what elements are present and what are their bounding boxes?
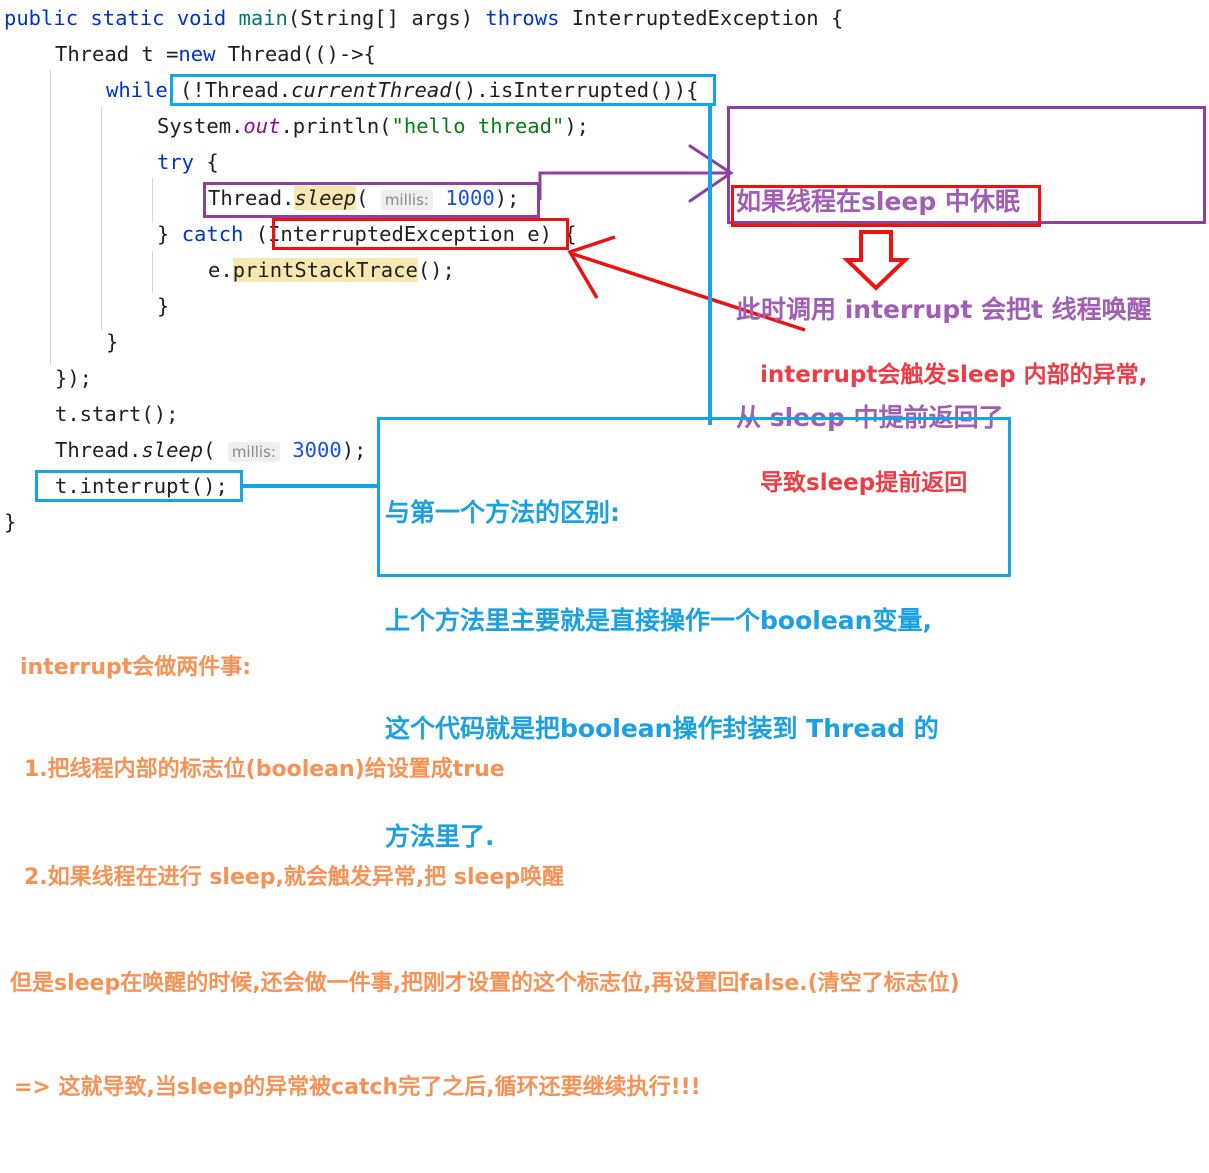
e-dot: e.	[208, 258, 233, 282]
method-printStackTrace: printStackTrace	[232, 258, 418, 282]
kw-void: void	[176, 6, 227, 30]
close-brace-catch: }	[157, 222, 182, 246]
kw-catch: catch	[181, 222, 244, 246]
orange-note-text: interrupt会做两件事: 1.把线程内部的标志位(boolean)给设置成…	[10, 583, 960, 1173]
purple-note-emphasis-box	[731, 185, 1041, 227]
thread-decl: Thread t =	[55, 42, 179, 66]
catch-exception-highlight-box	[272, 218, 569, 250]
method-main: main	[238, 6, 288, 30]
thread-dot-2: Thread.	[55, 438, 142, 462]
call-t-start: t.start();	[55, 402, 179, 426]
lambda-close: });	[55, 366, 93, 390]
orange-note-line-4: 但是sleep在唤醒的时候,还会做一件事,把刚才设置的这个标志位,再设置回fal…	[10, 971, 960, 996]
code-line-2: Thread t =new Thread(()->{	[55, 36, 376, 72]
brace-close-try: }	[157, 294, 170, 318]
kw-try: try	[157, 150, 195, 174]
code-line-11: });	[55, 360, 92, 396]
println-token: .println(	[280, 114, 392, 138]
orange-note-line-2: 1.把线程内部的标志位(boolean)给设置成true	[24, 757, 505, 782]
try-brace: {	[194, 150, 219, 174]
kw-static: static	[90, 6, 165, 30]
pst-end: ();	[417, 258, 455, 282]
system-token: System.	[157, 114, 244, 138]
code-line-10: }	[106, 324, 118, 360]
code-line-8: e.printStackTrace();	[208, 252, 455, 288]
paren-close-2: );	[341, 438, 367, 462]
blue-note-line-1: 与第一个方法的区别:	[385, 498, 620, 527]
field-out: out	[243, 114, 281, 138]
interrupt-call-highlight-box	[35, 470, 243, 502]
method-final-brace: }	[4, 510, 17, 534]
while-condition-highlight-box	[170, 74, 716, 106]
code-line-15: }	[4, 504, 16, 540]
code-line-1: public static void main(String[] args) t…	[4, 0, 843, 36]
kw-while: while	[106, 78, 168, 102]
throws-type: InterruptedException {	[571, 6, 844, 30]
thread-lambda: Thread(()->{	[215, 42, 376, 66]
orange-note-line-5: => 这就导致,当sleep的异常被catch完了之后,循环还要继续执行!!!	[14, 1075, 701, 1100]
kw-throws: throws	[485, 6, 560, 30]
brace-close-while: }	[106, 330, 119, 354]
code-line-12: t.start();	[55, 396, 178, 432]
code-line-4: System.out.println("hello thread");	[157, 108, 589, 144]
red-note-line-1: interrupt会触发sleep 内部的异常,	[760, 362, 1148, 388]
value-3000: 3000	[292, 438, 342, 462]
code-line-9: }	[157, 288, 169, 324]
orange-note-line-3: 2.如果线程在进行 sleep,就会触发异常,把 sleep唤醒	[24, 865, 565, 890]
param-hint-millis-2: millis:	[227, 442, 280, 462]
main-params: (String[] args)	[287, 6, 474, 30]
sleep-call-highlight-box	[203, 182, 540, 218]
kw-new: new	[178, 42, 216, 66]
string-hello-thread: "hello thread"	[391, 114, 565, 138]
code-line-13: Thread.sleep( millis: 3000);	[55, 432, 366, 470]
code-line-5: try {	[157, 144, 219, 180]
println-end: );	[564, 114, 590, 138]
paren-open-2: (	[203, 438, 228, 462]
method-sleep-2: sleep	[141, 438, 204, 462]
orange-note-line-1: interrupt会做两件事:	[20, 655, 252, 680]
kw-public: public	[4, 6, 79, 30]
screenshot-root: public static void main(String[] args) t…	[0, 0, 1209, 1100]
